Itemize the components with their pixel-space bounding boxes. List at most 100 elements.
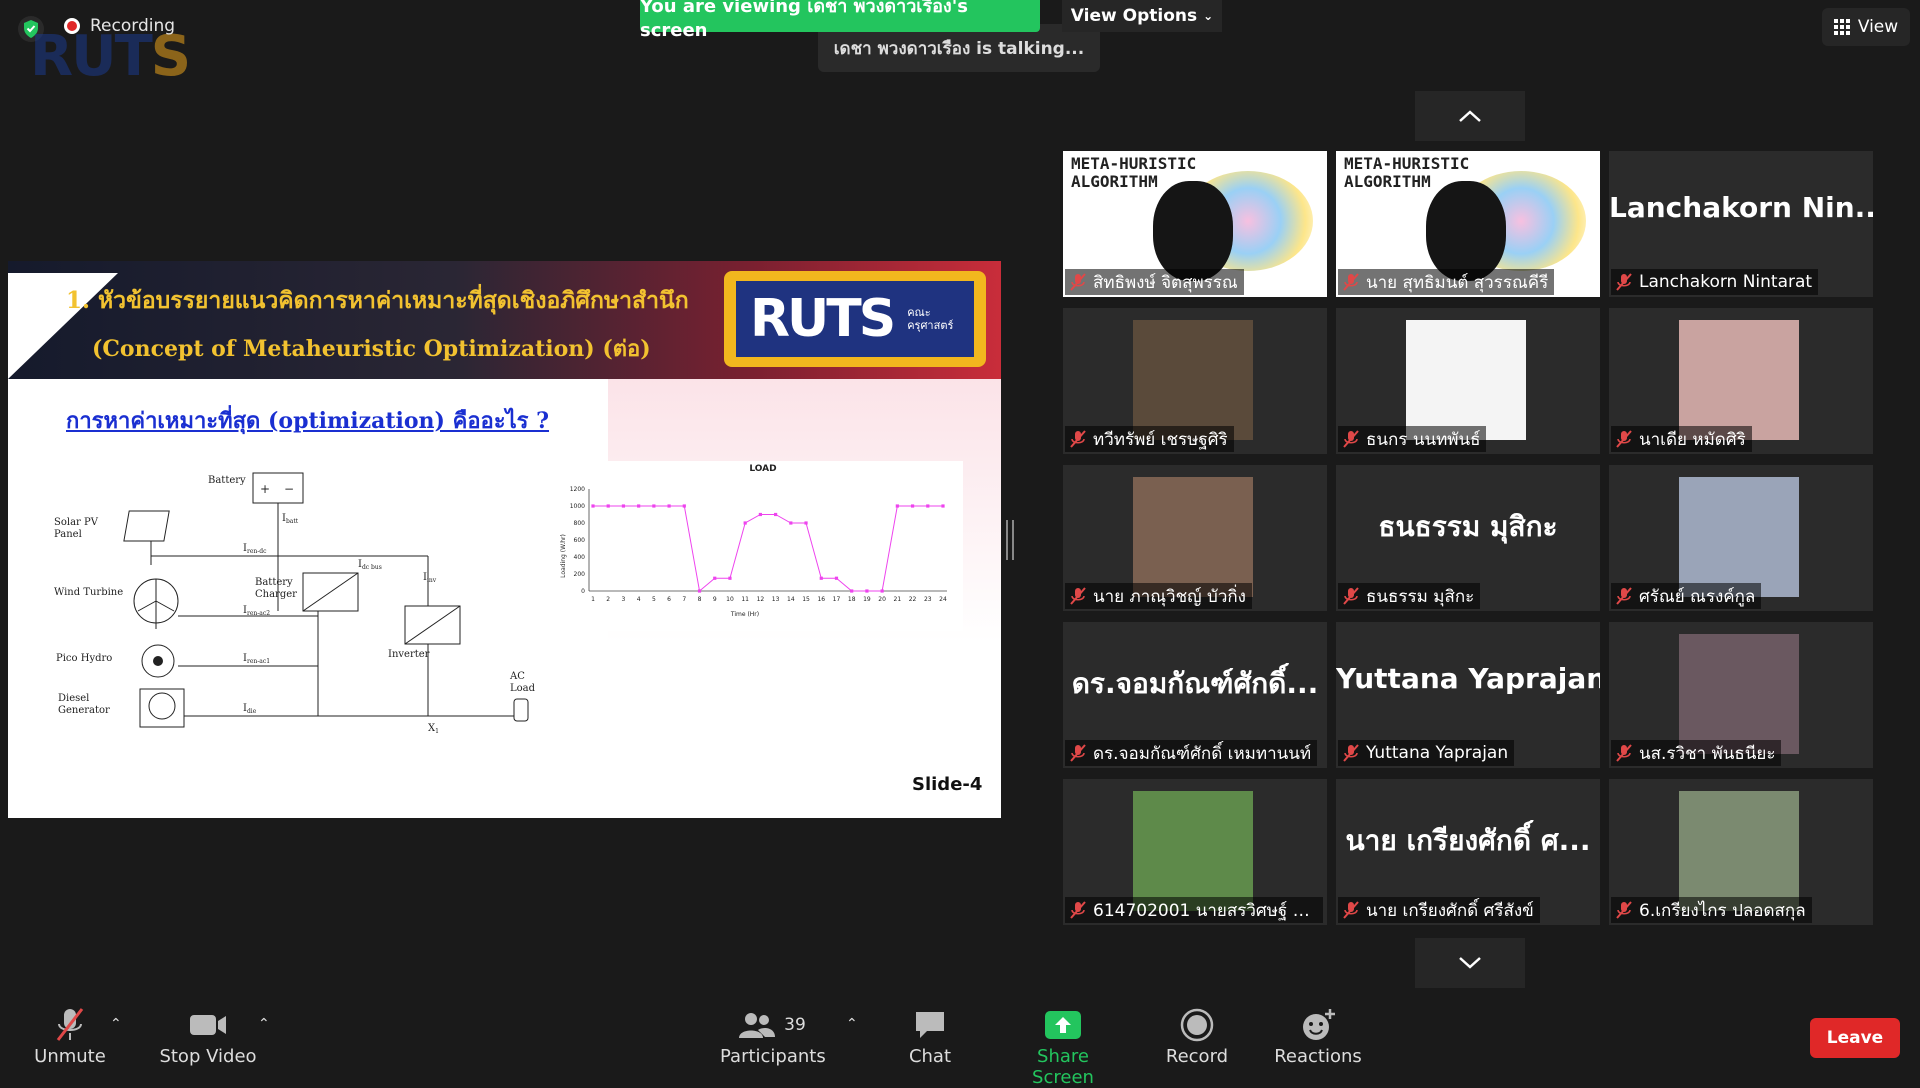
label-battery: Battery [208, 475, 246, 486]
stop-video-button[interactable]: Stop Video [158, 1004, 258, 1067]
participant-tile[interactable]: ธนธรรม มุสิกะ ธนธรรม มุสิกะ [1336, 465, 1600, 611]
participant-name-label: ทวีทรัพย์ เชรษฐศิริ [1065, 426, 1234, 452]
y-tick-label: 200 [574, 571, 586, 578]
audio-options-caret[interactable]: ⌃ [110, 1016, 122, 1032]
view-options-button[interactable]: View Options ⌄ [1062, 0, 1222, 32]
participant-name-label: Yuttana Yaprajan [1338, 740, 1515, 766]
data-point [880, 589, 884, 593]
shared-screen[interactable]: 1. หัวข้อบรรยายแนวคิดการหาค่าเหมาะที่สุด… [8, 261, 1001, 818]
record-button[interactable]: Record [1160, 1004, 1234, 1067]
chat-button[interactable]: Chat [900, 1004, 960, 1067]
x-tick-label: 3 [622, 596, 626, 603]
y-tick-label: 600 [574, 537, 586, 544]
participant-tile[interactable]: META-HURISTIC ALGORITHM สิทธิพงษ์ จิตสุพร… [1063, 151, 1327, 297]
mic-muted-icon [1616, 273, 1632, 291]
ruts-logo: RUTS คณะครุศาสตร์ [724, 271, 986, 367]
recording-indicator[interactable]: Recording [64, 16, 175, 36]
participant-video [1133, 320, 1253, 440]
data-point [910, 504, 915, 508]
data-point [682, 504, 686, 508]
video-options-caret[interactable]: ⌃ [258, 1016, 270, 1032]
record-dot-icon [64, 18, 80, 34]
y-tick-label: 1000 [570, 503, 585, 510]
slide-number: Slide-4 [912, 774, 983, 795]
chat-label: Chat [908, 1046, 952, 1067]
participant-name: ธนธรรม มุสิกะ [1366, 586, 1475, 607]
label-diesel: Diesel [58, 693, 89, 704]
mic-muted-icon [1070, 430, 1086, 448]
mic-muted-icon [1070, 587, 1086, 605]
x-tick-label: 20 [878, 596, 886, 603]
mic-muted-icon [56, 1008, 84, 1041]
svg-text:+: + [260, 482, 270, 496]
participants-options-caret[interactable]: ⌃ [846, 1016, 858, 1032]
chevron-up-icon [1459, 110, 1481, 122]
participant-tile[interactable]: นส.รวิชา พันธนียะ [1609, 622, 1873, 768]
chart-title: LOAD [749, 464, 776, 474]
participant-display-name: Lanchakorn Nin... [1609, 191, 1873, 224]
x-tick-label: 12 [757, 596, 765, 603]
label-charger: Battery [255, 577, 293, 588]
participant-gallery: META-HURISTIC ALGORITHM สิทธิพงษ์ จิตสุพร… [1063, 151, 1877, 931]
mic-muted-icon [1343, 587, 1359, 605]
data-point [774, 512, 778, 517]
participant-name: ทวีทรัพย์ เชรษฐศิริ [1093, 429, 1228, 450]
data-point [804, 521, 808, 525]
participant-tile[interactable]: นาย เกรียงศักดิ์ ศ... นาย เกรียงศักดิ์ ศร… [1336, 779, 1600, 925]
participant-name: นาเดีย หมัดศิริ [1639, 429, 1746, 450]
participant-tile[interactable]: 614702001 นายสรวิศษฐ์ อุทั... [1063, 779, 1327, 925]
participant-tile[interactable]: META-HURISTIC ALGORITHM นาย สุทธิมนต์ สุว… [1336, 151, 1600, 297]
participant-tile[interactable]: 6.เกรียงไกร ปลอดสกุล [1609, 779, 1873, 925]
participant-tile[interactable]: Lanchakorn Nin... Lanchakorn Nintarat [1609, 151, 1873, 297]
mic-muted-icon [1616, 901, 1632, 919]
data-point [637, 504, 641, 508]
participants-button[interactable]: 39 Participants [720, 1004, 826, 1067]
chat-icon [916, 1012, 944, 1038]
participant-display-name: ธนธรรม มุสิกะ [1378, 510, 1558, 543]
leave-button[interactable]: Leave [1810, 1018, 1900, 1058]
label-solar: Solar PV [54, 517, 99, 528]
data-point [926, 504, 930, 508]
participant-tile[interactable]: นาเดีย หมัดศิริ [1609, 308, 1873, 454]
gallery-up-button[interactable] [1415, 91, 1525, 141]
participant-tile[interactable]: ดร.จอมกัณฑ์ศักดิ์... ดร.จอมกัณฑ์ศักดิ์ เห… [1063, 622, 1327, 768]
mic-muted-icon [1343, 744, 1359, 762]
label-diesel2: Generator [58, 705, 110, 716]
participant-name: ธนกร นนทพันธ์ [1366, 429, 1481, 450]
slide-question: การหาค่าเหมาะที่สุด (optimization) คืออะ… [66, 408, 550, 434]
leave-label: Leave [1826, 1028, 1884, 1048]
x-tick-label: 16 [817, 596, 825, 603]
participant-name-label: นาย เกรียงศักดิ์ ศรีสังข์ [1338, 897, 1540, 923]
participant-video [1133, 477, 1253, 597]
slide-title-en: (Concept of Metaheuristic Optimization) … [92, 336, 651, 362]
data-point [591, 504, 595, 508]
record-icon [1180, 1008, 1214, 1042]
participant-display-name: นาย เกรียงศักดิ์ ศ... [1345, 824, 1591, 857]
reactions-button[interactable]: Reactions [1272, 1004, 1364, 1067]
view-button[interactable]: View [1822, 8, 1910, 46]
label-i-die-sub: die [247, 708, 257, 715]
participant-tile[interactable]: Yuttana Yaprajan Yuttana Yaprajan [1336, 622, 1600, 768]
data-point [834, 576, 839, 580]
label-pico: Pico Hydro [56, 653, 112, 664]
chart-xlabel: Time (Hr) [730, 611, 759, 618]
label-i-dc-bus-sub: dc bus [362, 564, 382, 571]
participant-tile[interactable]: นาย ภาณุวิชญ์ บัวกิ่ง [1063, 465, 1327, 611]
participant-tile[interactable]: ทวีทรัพย์ เชรษฐศิริ [1063, 308, 1327, 454]
participant-name-label: ธนธรรม มุสิกะ [1338, 583, 1481, 609]
x-tick-label: 18 [848, 596, 856, 603]
share-screen-button[interactable]: Share Screen [1005, 1004, 1121, 1088]
y-tick-label: 1200 [570, 486, 585, 493]
unmute-button[interactable]: Unmute [30, 1004, 110, 1067]
share-screen-icon [1045, 1011, 1081, 1039]
participant-tile[interactable]: ธนกร นนทพันธ์ [1336, 308, 1600, 454]
panel-splitter[interactable] [1006, 520, 1014, 560]
slide-header: 1. หัวข้อบรรยายแนวคิดการหาค่าเหมาะที่สุด… [8, 261, 1001, 379]
share-screen-label: Share Screen [1032, 1046, 1094, 1088]
participant-name-label: นาย ภาณุวิชญ์ บัวกิ่ง [1065, 583, 1252, 609]
participant-name-label: ดร.จอมกัณฑ์ศักดิ์ เหมทานนท์ [1065, 740, 1318, 766]
power-system-diagram: Battery + − Ibatt Solar PV Panel Iren-dc … [48, 461, 543, 801]
data-point [819, 576, 823, 580]
gallery-down-button[interactable] [1415, 938, 1525, 988]
participant-tile[interactable]: ศรัณย์ ณรงค์กูล [1609, 465, 1873, 611]
